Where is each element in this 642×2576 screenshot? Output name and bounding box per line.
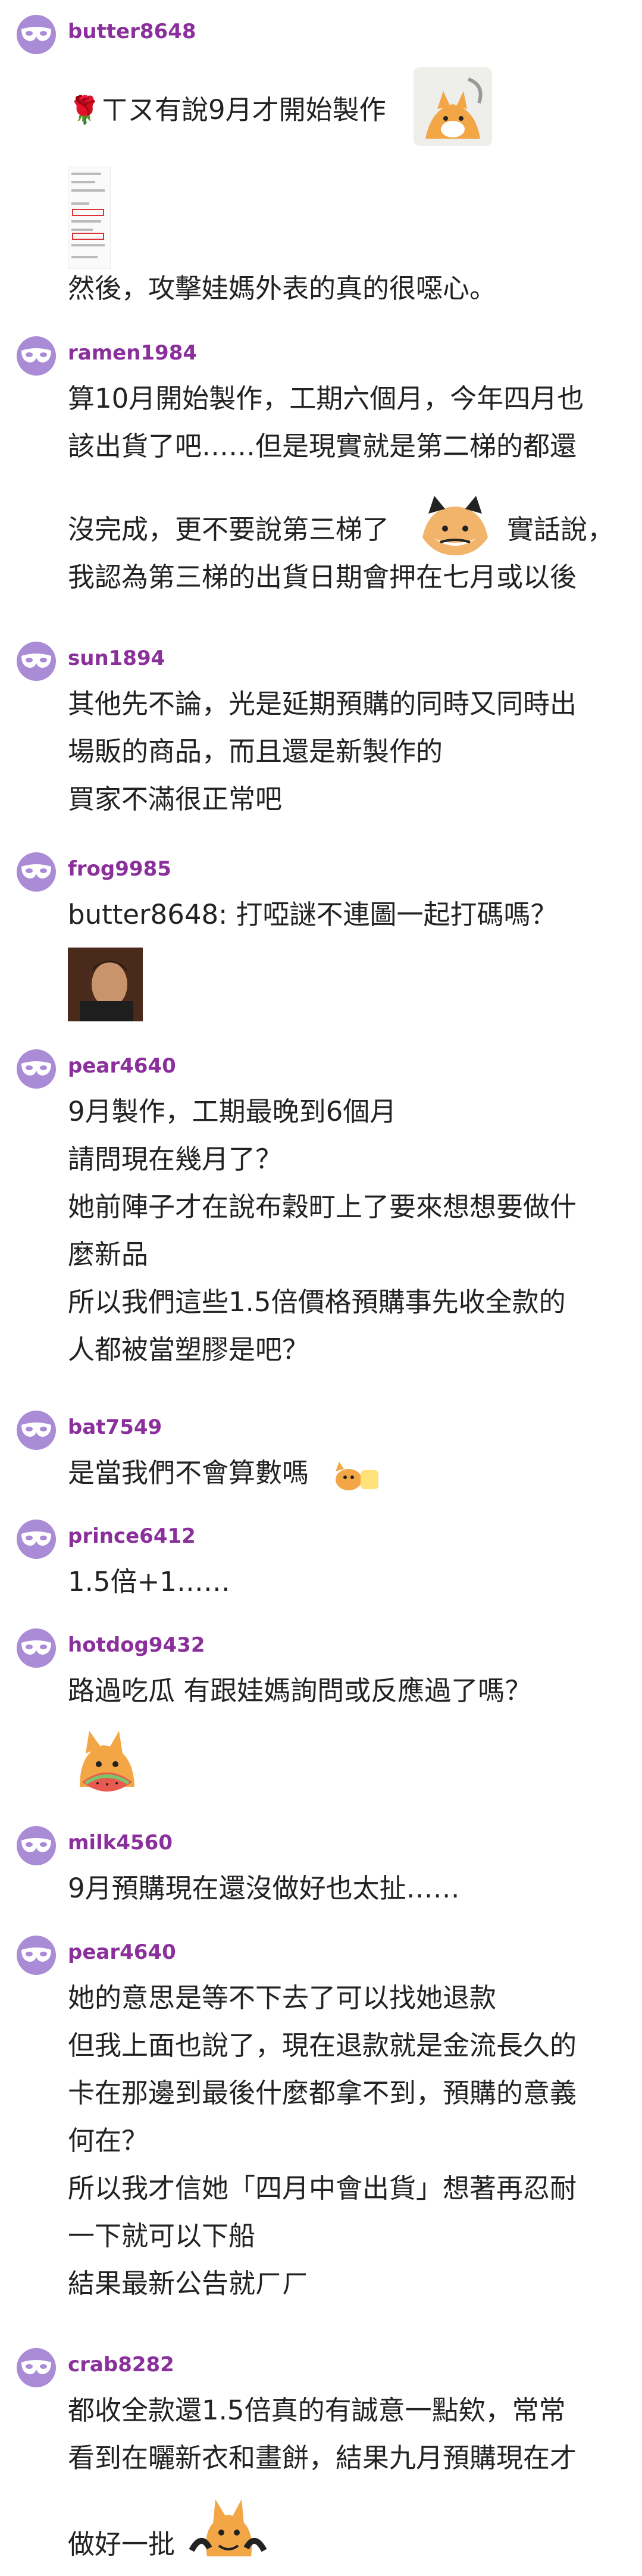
fox-sticker <box>68 1727 145 1801</box>
post-text: 1.5倍+1…… <box>68 1566 230 1598</box>
mask-icon <box>21 864 51 879</box>
fox-sticker <box>189 2491 267 2568</box>
post-text: 她的意思是等不下去了可以找她退款 <box>68 1982 497 2014</box>
mask-icon <box>21 1838 51 1852</box>
post-text: 沒完成，更不要說第三梯了 <box>68 514 390 545</box>
post-text: 我認為第三梯的出貨日期會押在七月或以後 <box>68 561 577 593</box>
mask-icon <box>21 1061 51 1076</box>
post-text: 做好一批 <box>68 2528 176 2560</box>
username[interactable]: crab8282 <box>68 2353 174 2377</box>
fox-sticker <box>331 1459 383 1495</box>
avatar[interactable] <box>17 1049 56 1089</box>
post-text: 算10月開始製作，工期六個月，今年四月也 <box>68 383 584 414</box>
post-text: 9月製作，工期最晚到6個月 <box>68 1096 397 1127</box>
mask-icon <box>21 1947 51 1962</box>
mask-icon <box>21 348 51 362</box>
post-text: 實話說， <box>507 514 615 545</box>
username[interactable]: pear4640 <box>68 1940 176 1964</box>
post-text: 結果最新公告就ㄏㄏ <box>68 2268 309 2299</box>
post-text: 其他先不論，光是延期預購的同時又同時出 <box>68 688 577 720</box>
avatar[interactable] <box>17 336 56 376</box>
mask-icon <box>21 27 51 41</box>
mask-icon <box>21 1640 51 1655</box>
post-text: 請問現在幾月了？ <box>68 1143 283 1175</box>
post-text: 卡在那邊到最後什麼都拿不到，預購的意義 <box>68 2077 577 2109</box>
mask-icon <box>21 2360 51 2374</box>
username[interactable]: ramen1984 <box>68 341 197 365</box>
post-text: 人都被當塑膠是吧？ <box>68 1334 309 1365</box>
username[interactable]: bat7549 <box>68 1415 162 1439</box>
post-text: 該出貨了吧……但是現實就是第二梯的都還 <box>68 430 577 462</box>
post-text: 但我上面也說了，現在退款就是金流長久的 <box>68 2030 577 2061</box>
username[interactable]: prince6412 <box>68 1524 196 1548</box>
post-text: 路過吃瓜 有跟娃媽詢問或反應過了嗎？ <box>68 1675 532 1706</box>
post-text: 一下就可以下船 <box>68 2220 256 2252</box>
username[interactable]: pear4640 <box>68 1054 176 1078</box>
post-text: 🌹ㄒㄡ有說9月才開始製作 <box>68 94 386 126</box>
post-text: 9月預購現在還沒做好也太扯…… <box>68 1872 460 1904</box>
username[interactable]: hotdog9432 <box>68 1633 205 1657</box>
post-text: 都收全款還1.5倍真的有誠意一點欸，常常 <box>68 2394 566 2426</box>
username[interactable]: milk4560 <box>68 1831 173 1855</box>
avatar[interactable] <box>17 642 56 681</box>
mask-icon <box>21 654 51 668</box>
post-text: 何在？ <box>68 2125 149 2156</box>
avatar[interactable] <box>17 1936 56 1975</box>
screenshot-thumbnail[interactable] <box>67 166 111 270</box>
avatar[interactable] <box>17 2348 56 2387</box>
avatar[interactable] <box>17 1826 56 1865</box>
post-text: 麼新品 <box>68 1239 149 1270</box>
post-text: 買家不滿很正常吧 <box>68 783 283 815</box>
post-text: 是當我們不會算數嗎 <box>68 1457 309 1489</box>
avatar[interactable] <box>17 1411 56 1450</box>
post-text: 所以我才信她「四月中會出貨」想著再忍耐 <box>68 2172 577 2204</box>
fox-sticker <box>416 496 494 561</box>
post-text: 她前陣子才在說布穀町上了要來想想要做什 <box>68 1191 577 1223</box>
fox-sticker <box>414 67 492 146</box>
avatar[interactable] <box>17 1628 56 1668</box>
post-text: butter8648: 打啞謎不連圖一起打碼嗎？ <box>68 899 558 930</box>
post-text: 然後，攻擊娃媽外表的真的很噁心。 <box>68 273 497 304</box>
post-text: 看到在曬新衣和畫餅，結果九月預購現在才 <box>68 2442 577 2474</box>
mask-icon <box>21 1423 51 1437</box>
post-text: 場販的商品，而且還是新製作的 <box>68 736 443 767</box>
username[interactable]: frog9985 <box>68 857 171 881</box>
avatar[interactable] <box>17 15 56 54</box>
photo-thumbnail[interactable] <box>68 948 143 1021</box>
username[interactable]: sun1894 <box>68 646 165 670</box>
avatar[interactable] <box>17 1520 56 1559</box>
post-text: 所以我們這些1.5倍價格預購事先收全款的 <box>68 1286 566 1318</box>
mask-icon <box>21 1531 51 1546</box>
username[interactable]: butter8648 <box>68 20 196 43</box>
avatar[interactable] <box>17 852 56 892</box>
